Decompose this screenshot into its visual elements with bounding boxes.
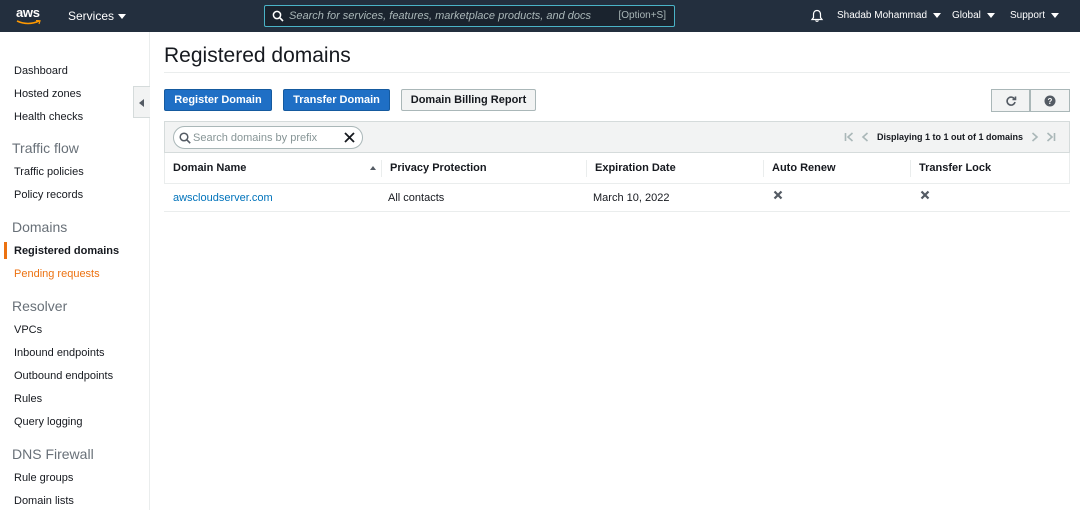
title-divider: [164, 72, 1070, 73]
clear-filter-icon[interactable]: [343, 131, 356, 144]
sidebar-item-traffic-policies[interactable]: Traffic policies: [14, 166, 84, 178]
services-label: Services: [68, 9, 115, 23]
column-header-auto-renew[interactable]: Auto Renew: [772, 162, 836, 174]
column-divider: [586, 160, 587, 177]
sidebar-collapse-toggle[interactable]: [133, 86, 150, 118]
svg-text:?: ?: [1048, 97, 1053, 106]
sort-ascending-icon[interactable]: [370, 166, 376, 170]
sidebar-item-dashboard[interactable]: Dashboard: [14, 65, 68, 77]
expiration-date-cell: March 10, 2022: [593, 192, 670, 204]
help-icon: ?: [1044, 95, 1056, 106]
column-divider: [910, 160, 911, 177]
search-shortcut-hint: [Option+S]: [618, 10, 666, 21]
support-label: Support: [1010, 10, 1046, 21]
column-header-domain-name[interactable]: Domain Name: [173, 162, 246, 174]
column-divider: [763, 160, 764, 177]
sidebar: Dashboard Hosted zones Health checks Tra…: [0, 32, 150, 510]
privacy-protection-cell: All contacts: [388, 192, 445, 204]
domain-billing-report-button[interactable]: Domain Billing Report: [401, 89, 536, 111]
chevron-down-icon: [118, 14, 127, 20]
services-menu[interactable]: Services: [68, 9, 127, 23]
last-page-icon[interactable]: [1046, 131, 1056, 143]
aws-logo-text: aws: [16, 5, 40, 20]
chevron-down-icon: [933, 12, 942, 18]
first-page-icon[interactable]: [844, 131, 854, 143]
column-header-transfer-lock[interactable]: Transfer Lock: [919, 162, 991, 174]
region-menu[interactable]: Global: [952, 10, 995, 21]
sidebar-item-registered-domains[interactable]: Registered domains: [14, 245, 119, 257]
top-navigation-bar: aws Services [Option+S] Shadab Mohammad …: [0, 0, 1080, 32]
aws-logo[interactable]: aws: [16, 5, 44, 27]
next-page-icon[interactable]: [1030, 131, 1040, 143]
chevron-down-icon: [986, 12, 995, 18]
table-toolbar: Displaying 1 to 1 out of 1 domains: [164, 121, 1070, 153]
sidebar-item-inbound-endpoints[interactable]: Inbound endpoints: [14, 347, 105, 359]
sidebar-item-vpcs[interactable]: VPCs: [14, 324, 42, 336]
sidebar-item-hosted-zones[interactable]: Hosted zones: [14, 88, 81, 100]
domain-filter[interactable]: [173, 126, 363, 149]
notifications-bell-icon[interactable]: [810, 9, 824, 23]
previous-page-icon[interactable]: [860, 131, 870, 143]
table-header: Domain Name Privacy Protection Expiratio…: [164, 153, 1070, 184]
sidebar-section-resolver: Resolver: [12, 298, 68, 314]
page-title: Registered domains: [164, 44, 351, 67]
global-search-input[interactable]: [289, 8, 609, 24]
aws-smile-icon: [16, 20, 41, 25]
sidebar-item-outbound-endpoints[interactable]: Outbound endpoints: [14, 370, 113, 382]
chevron-left-icon: [139, 99, 144, 107]
search-icon: [272, 10, 284, 22]
register-domain-button[interactable]: Register Domain: [164, 89, 272, 111]
pagination: Displaying 1 to 1 out of 1 domains: [841, 131, 1059, 143]
help-button[interactable]: ?: [1030, 89, 1070, 112]
support-menu[interactable]: Support: [1010, 10, 1060, 21]
transfer-lock-disabled-icon: [920, 190, 930, 200]
search-icon: [179, 132, 191, 144]
auto-renew-disabled-icon: [773, 190, 783, 200]
refresh-icon: [1005, 95, 1016, 106]
region-label: Global: [952, 10, 981, 21]
sidebar-item-rule-groups[interactable]: Rule groups: [14, 472, 73, 484]
chevron-down-icon: [1051, 12, 1060, 18]
global-search[interactable]: [Option+S]: [264, 5, 675, 27]
table-row[interactable]: awscloudserver.com All contacts March 10…: [164, 184, 1070, 212]
sidebar-section-traffic-flow: Traffic flow: [12, 140, 79, 156]
column-divider: [381, 160, 382, 177]
pagination-text: Displaying 1 to 1 out of 1 domains: [876, 132, 1023, 142]
sidebar-section-domains: Domains: [12, 219, 68, 235]
sidebar-item-health-checks[interactable]: Health checks: [14, 111, 83, 123]
domain-name-link[interactable]: awscloudserver.com: [173, 192, 273, 204]
active-indicator: [4, 242, 7, 259]
domain-filter-input[interactable]: [193, 131, 343, 145]
column-header-privacy-protection[interactable]: Privacy Protection: [390, 162, 487, 174]
sidebar-item-policy-records[interactable]: Policy records: [14, 189, 83, 201]
account-name: Shadab Mohammad: [837, 10, 928, 21]
transfer-domain-button[interactable]: Transfer Domain: [283, 89, 390, 111]
sidebar-section-dns-firewall: DNS Firewall: [12, 446, 94, 462]
column-header-expiration-date[interactable]: Expiration Date: [595, 162, 676, 174]
refresh-button[interactable]: [991, 89, 1030, 112]
sidebar-item-rules[interactable]: Rules: [14, 393, 42, 405]
sidebar-item-query-logging[interactable]: Query logging: [14, 416, 83, 428]
sidebar-item-pending-requests[interactable]: Pending requests: [14, 268, 100, 280]
sidebar-item-domain-lists[interactable]: Domain lists: [14, 495, 74, 507]
account-menu[interactable]: Shadab Mohammad: [837, 10, 942, 21]
